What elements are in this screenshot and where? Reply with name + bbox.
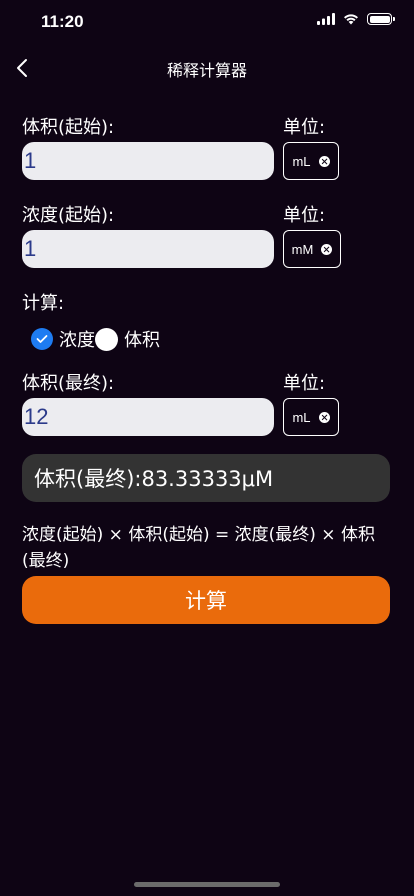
dilution-formula: 浓度(起始) × 体积(起始) = 浓度(最终) × 体积(最终) (22, 525, 375, 571)
initial-concentration-unit-select[interactable]: mM (283, 230, 341, 268)
clear-icon[interactable] (318, 155, 330, 167)
initial-concentration-unit-value: mM (291, 241, 314, 257)
initial-concentration-unit-label: 单位: (283, 205, 326, 226)
cellular-signal-icon (317, 13, 335, 25)
radio-volume-label[interactable]: 体积 (124, 326, 160, 352)
clear-icon[interactable] (321, 243, 333, 255)
final-volume-label: 体积(最终): (22, 373, 115, 394)
final-volume-input[interactable]: 12 (22, 398, 274, 436)
checkmark-icon (36, 335, 48, 343)
final-volume-unit-select[interactable]: mL (283, 398, 339, 436)
radio-concentration-checked[interactable] (31, 328, 53, 350)
battery-icon (367, 13, 395, 25)
initial-volume-value: 1 (24, 148, 37, 173)
initial-volume-input[interactable]: 1 (22, 142, 274, 180)
clear-icon[interactable] (318, 411, 330, 423)
status-icons (317, 13, 395, 25)
initial-concentration-value: 1 (24, 236, 37, 261)
initial-volume-unit-label: 单位: (283, 117, 326, 138)
compute-mode-label: 计算: (22, 293, 65, 314)
home-indicator (134, 882, 280, 887)
initial-volume-unit-value: mL (292, 153, 311, 169)
initial-concentration-input[interactable]: 1 (22, 230, 274, 268)
radio-concentration-label[interactable]: 浓度 (59, 326, 95, 352)
status-time: 11:20 (41, 12, 84, 31)
initial-volume-label: 体积(起始): (22, 117, 115, 138)
compute-mode-radio-group: 浓度 体积 (31, 326, 160, 352)
final-volume-unit-value: mL (292, 409, 311, 425)
final-volume-unit-label: 单位: (283, 373, 326, 394)
result-text: 体积(最终):83.33333μM (34, 467, 274, 491)
wifi-icon (344, 14, 358, 25)
result-panel: 体积(最终):83.33333μM (22, 454, 390, 502)
initial-volume-unit-select[interactable]: mL (283, 142, 339, 180)
initial-concentration-label: 浓度(起始): (22, 205, 115, 226)
page-title: 稀释计算器 (166, 61, 247, 80)
final-volume-value: 12 (24, 404, 49, 429)
compute-button[interactable]: 计算 (22, 576, 390, 624)
radio-volume-unchecked[interactable] (95, 327, 118, 351)
